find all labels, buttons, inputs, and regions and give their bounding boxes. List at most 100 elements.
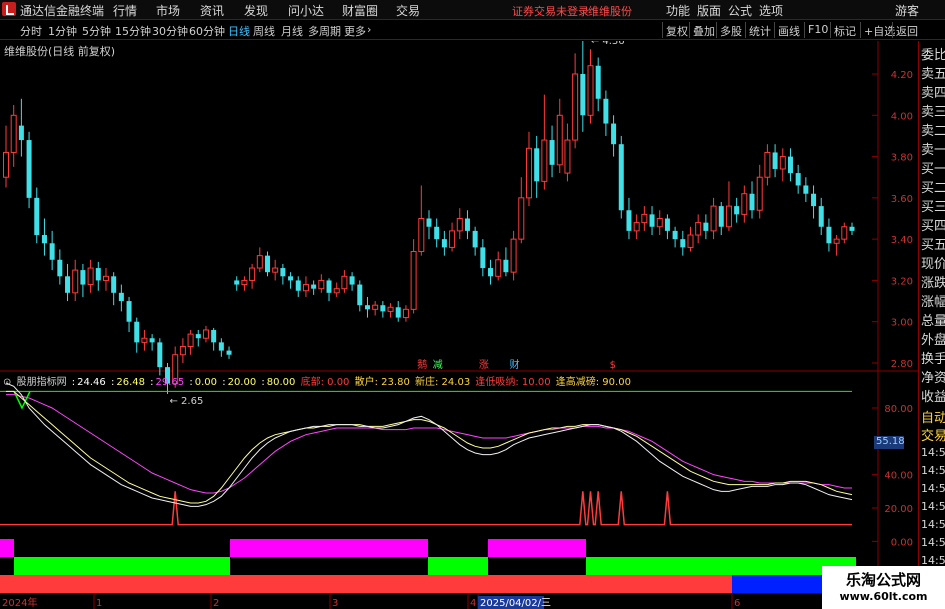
x-tick-label: 1 — [96, 598, 102, 609]
sidebar-item-26[interactable]: 14:56 — [921, 536, 945, 549]
sidebar-item-7[interactable]: 买二 — [921, 177, 945, 196]
sidebar-item-5[interactable]: 卖一 — [921, 139, 945, 158]
sidebar-item-3[interactable]: 卖三 — [921, 101, 945, 120]
candle-body — [241, 279, 248, 286]
period-monthly[interactable]: 月线 — [281, 23, 303, 39]
btn-mark[interactable]: 标记 — [830, 22, 859, 38]
period-1min[interactable]: 1分钟 — [48, 23, 77, 39]
menu-function[interactable]: 功能 — [666, 2, 690, 19]
period-60min[interactable]: 60分钟 — [189, 23, 225, 39]
btn-back[interactable]: 返回 — [892, 22, 921, 38]
candle-body — [580, 74, 586, 116]
candle-body — [357, 284, 363, 306]
menu-wealth[interactable]: 财富圈 — [342, 2, 378, 19]
sidebar-item-18[interactable]: 收益 — [921, 386, 945, 405]
btn-fuquan[interactable]: 复权 — [662, 22, 691, 38]
sidebar-item-14[interactable]: 总量 — [921, 310, 945, 329]
indicator-value-badge: 55.18 — [874, 436, 905, 449]
candle-body — [756, 176, 763, 211]
sidebar-item-23[interactable]: 14:56 — [921, 482, 945, 495]
login-warning[interactable]: 证券交易未登录 — [512, 3, 589, 19]
candle-body — [626, 210, 632, 231]
btn-overlay[interactable]: 叠加 — [689, 22, 718, 38]
sidebar-item-2[interactable]: 卖四 — [921, 82, 945, 101]
sidebar-item-1[interactable]: 卖五 — [921, 63, 945, 82]
y-tick-label: 3.60 — [891, 194, 913, 205]
candle-body — [611, 123, 617, 145]
candle-body — [725, 205, 732, 228]
candle-body — [211, 329, 217, 343]
menu-markets[interactable]: 市场 — [156, 2, 180, 19]
btn-multistock[interactable]: 多股 — [716, 22, 745, 38]
event-marker: $ — [610, 360, 616, 371]
sidebar-item-15[interactable]: 外盘 — [921, 329, 945, 348]
sidebar-item-6[interactable]: 买一 — [921, 158, 945, 177]
menu-discover[interactable]: 发现 — [244, 2, 268, 19]
candle-body — [195, 334, 201, 339]
sidebar-item-17[interactable]: 净资 — [921, 367, 945, 386]
sidebar-item-25[interactable]: 14:56 — [921, 518, 945, 531]
ind-sanhu: 散户: 23.80 — [354, 377, 410, 388]
period-multi[interactable]: 多周期 — [308, 23, 341, 39]
high-price-label: ← 4.36 — [591, 41, 625, 47]
period-15min[interactable]: 15分钟 — [115, 23, 151, 39]
btn-stats[interactable]: 统计 — [745, 22, 774, 38]
candle-body — [603, 98, 609, 124]
candle-body — [618, 144, 624, 211]
sidebar-item-12[interactable]: 涨跌 — [921, 272, 945, 291]
sidebar-item-22[interactable]: 14:56 — [921, 464, 945, 477]
sidebar-item-16[interactable]: 换手 — [921, 348, 945, 367]
sidebar-item-8[interactable]: 买三 — [921, 196, 945, 215]
candle-body — [641, 213, 648, 224]
sidebar-item-24[interactable]: 14:56 — [921, 500, 945, 513]
sidebar-item-19[interactable]: 自动 — [921, 407, 945, 426]
period-daily[interactable]: 日线 — [228, 23, 250, 39]
sidebar-item-4[interactable]: 卖二 — [921, 120, 945, 139]
x-tick-label: 3 — [332, 598, 338, 609]
sidebar-item-10[interactable]: 买五 — [921, 234, 945, 253]
menu-options[interactable]: 选项 — [759, 2, 783, 19]
candle-body — [395, 307, 401, 318]
candle-body — [272, 267, 279, 273]
period-5min[interactable]: 5分钟 — [82, 23, 111, 39]
ind-tick-label: 0.00 — [891, 537, 913, 548]
y-tick-label: 3.00 — [891, 318, 913, 329]
period-more[interactable]: 更多 — [344, 23, 366, 39]
period-weekly[interactable]: 周线 — [253, 23, 275, 39]
candle-body — [149, 338, 155, 343]
sidebar-item-0[interactable]: 委比 — [921, 44, 945, 63]
watermark-url: www.60lt.com — [839, 590, 928, 603]
candle-body — [318, 279, 325, 290]
candle-body — [495, 259, 502, 277]
kline-chart[interactable]: 4.20 4.00 3.80 3.60 3.40 3.20 3.00 2.80 ← 4.36 ← … — [0, 41, 918, 609]
candle-body — [841, 226, 848, 240]
candle-body — [49, 243, 55, 260]
candle-body — [518, 197, 525, 240]
period-intraday[interactable]: 分时 — [20, 23, 42, 39]
sidebar-item-20[interactable]: 交易 — [921, 425, 945, 444]
sidebar-item-13[interactable]: 涨幅 — [921, 291, 945, 310]
candle-body — [656, 218, 663, 228]
y-tick-label: 4.20 — [891, 70, 913, 81]
candle-body — [26, 140, 32, 198]
btn-f10[interactable]: F10 — [804, 22, 831, 38]
sidebar-item-21[interactable]: 14:56 — [921, 446, 945, 459]
indicator-toggle-icon[interactable]: ⊙ — [3, 377, 11, 388]
menu-layout[interactable]: 版面 — [697, 2, 721, 19]
candle-body — [126, 301, 132, 322]
menu-guest[interactable]: 游客 — [895, 2, 919, 19]
menu-ask[interactable]: 问小达 — [288, 2, 324, 19]
period-30min[interactable]: 30分钟 — [152, 23, 188, 39]
x-tick-label: 2 — [213, 598, 219, 609]
chevron-right-icon[interactable]: › — [367, 23, 371, 36]
sidebar-item-9[interactable]: 买四 — [921, 215, 945, 234]
menu-market[interactable]: 行情 — [113, 2, 137, 19]
candle-body — [472, 230, 478, 248]
indicator-name[interactable]: 股朋指标网 — [17, 377, 67, 388]
sidebar-item-11[interactable]: 现价 — [921, 253, 945, 272]
menu-news[interactable]: 资讯 — [200, 2, 224, 19]
menu-trade[interactable]: 交易 — [396, 2, 420, 19]
app-title: 通达信金融终端 — [20, 4, 105, 18]
menu-formula[interactable]: 公式 — [728, 2, 752, 19]
btn-drawline[interactable]: 画线 — [774, 22, 803, 38]
